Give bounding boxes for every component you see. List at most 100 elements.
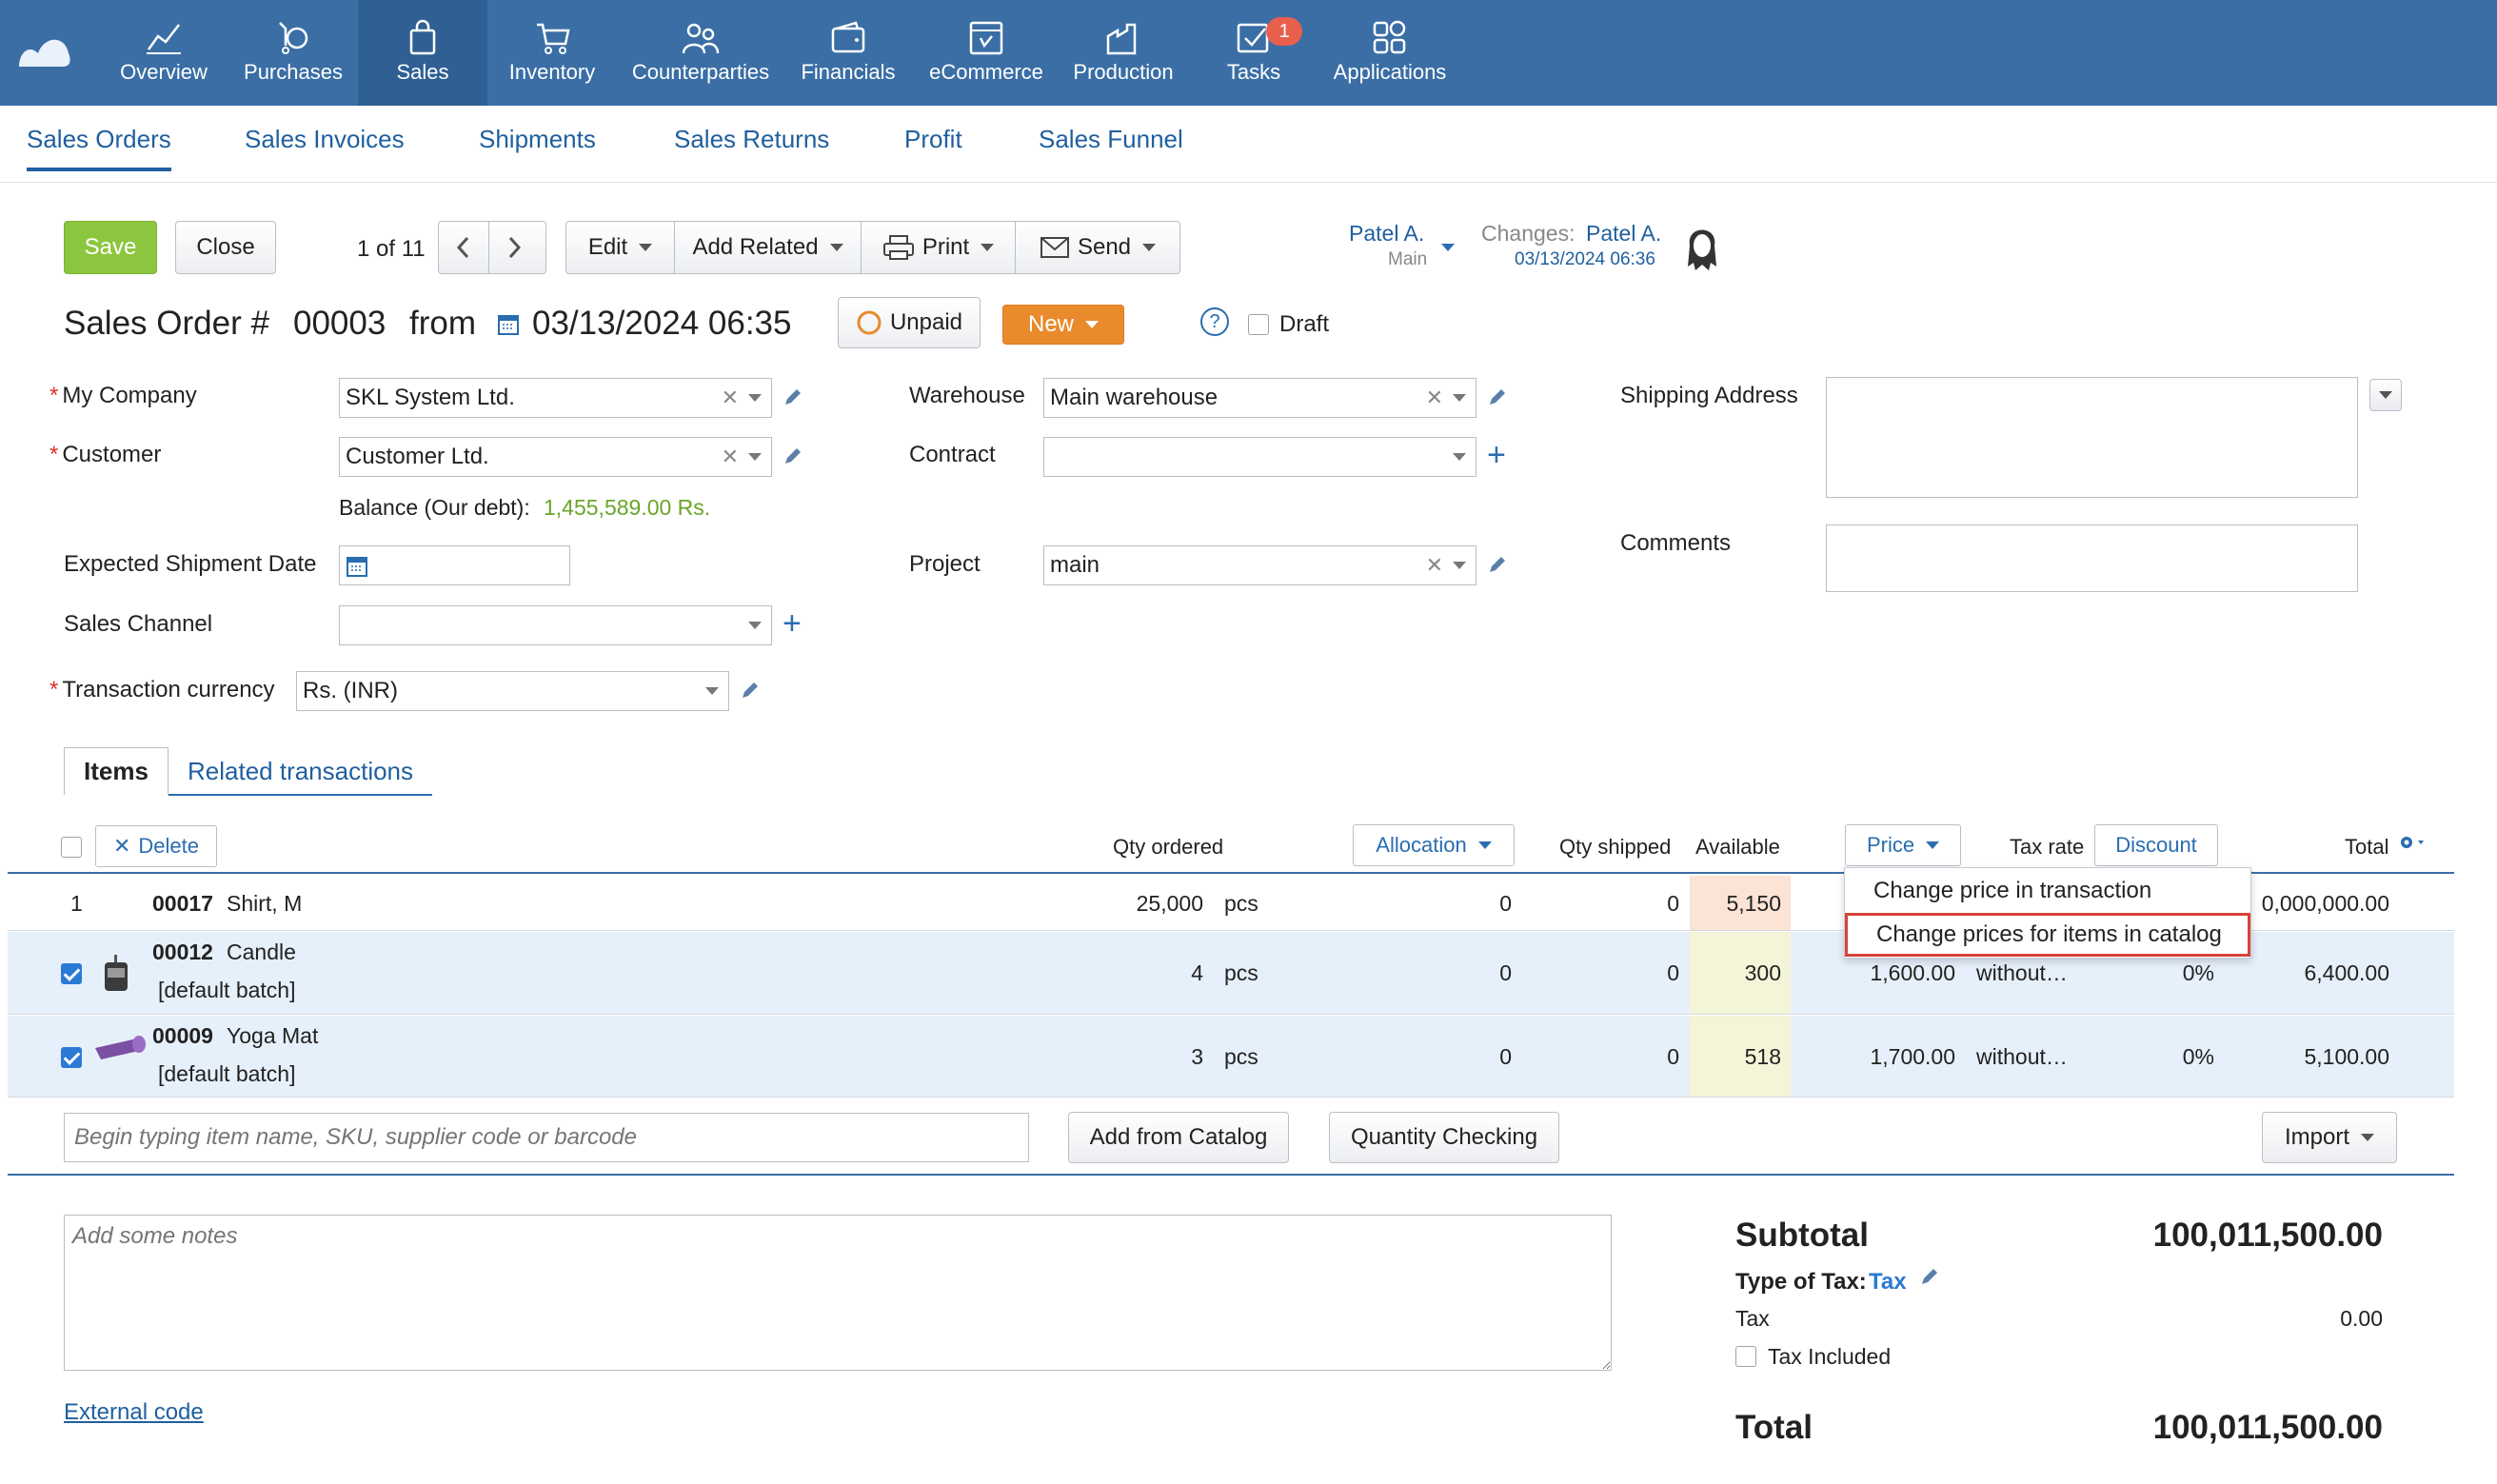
edit-pencil-icon[interactable] [1919, 1266, 1940, 1287]
chevron-down-icon[interactable] [748, 622, 762, 629]
edit-menu-button[interactable]: Edit [566, 222, 675, 273]
quantity-checking-button[interactable]: Quantity Checking [1329, 1112, 1559, 1163]
item-search-input[interactable] [64, 1113, 1029, 1162]
qty-ordered[interactable]: 4 [1055, 960, 1203, 986]
subtab-sales-invoices[interactable]: Sales Invoices [245, 125, 405, 154]
type-of-tax-link[interactable]: Tax [1869, 1269, 1907, 1296]
nav-financials[interactable]: Financials [796, 0, 901, 106]
draft-checkbox[interactable] [1248, 314, 1269, 335]
tab-related-transactions[interactable]: Related transactions [188, 757, 413, 786]
order-number[interactable]: 00003 [293, 305, 386, 343]
qty-ordered[interactable]: 3 [1055, 1044, 1203, 1070]
chevron-down-icon[interactable] [748, 394, 762, 402]
next-button[interactable] [489, 222, 539, 273]
nav-overview[interactable]: Overview [116, 0, 211, 106]
warehouse-field[interactable]: Main warehouse ✕ [1043, 378, 1476, 418]
clear-icon[interactable]: ✕ [1426, 386, 1443, 410]
tax-type[interactable]: without… [1976, 960, 2068, 986]
subtab-sales-funnel[interactable]: Sales Funnel [1039, 125, 1183, 154]
help-icon[interactable]: ? [1200, 307, 1229, 336]
contract-field[interactable] [1043, 437, 1476, 477]
external-code-link[interactable]: External code [64, 1399, 204, 1426]
tax-type[interactable]: without… [1976, 1044, 2068, 1070]
allocation-header-button[interactable]: Allocation [1353, 824, 1515, 866]
my-company-field[interactable]: SKL System Ltd. ✕ [339, 378, 772, 418]
tab-items[interactable]: Items [64, 747, 168, 795]
user-avatar-icon[interactable] [1682, 217, 1722, 274]
edit-pencil-icon[interactable] [740, 680, 761, 701]
edit-pencil-icon[interactable] [783, 445, 803, 466]
select-all-checkbox[interactable] [61, 837, 82, 858]
add-related-menu-button[interactable]: Add Related [675, 222, 862, 273]
tax-rate[interactable]: 0% [2130, 960, 2214, 986]
chevron-down-icon[interactable] [1453, 453, 1466, 461]
status-dropdown-button[interactable]: New [1002, 305, 1124, 345]
changes-user-link[interactable]: Patel A. [1586, 221, 1661, 247]
qty-ordered[interactable]: 25,000 [1055, 891, 1203, 917]
item-batch[interactable]: [default batch] [158, 1061, 296, 1087]
shipping-address-expand-button[interactable] [2369, 379, 2402, 411]
tax-rate[interactable]: 0% [2130, 1044, 2214, 1070]
order-datetime[interactable]: 03/13/2024 06:35 [532, 305, 791, 343]
subtab-profit[interactable]: Profit [904, 125, 962, 154]
nav-tasks[interactable]: Tasks 1 [1201, 0, 1306, 106]
column-settings-gear-icon[interactable] [2397, 833, 2429, 856]
shipping-address-input[interactable] [1826, 377, 2358, 498]
clear-icon[interactable]: ✕ [722, 445, 739, 469]
price-header-button[interactable]: Price [1845, 824, 1961, 866]
edit-pencil-icon[interactable] [1487, 554, 1508, 575]
nav-ecommerce[interactable]: eCommerce [920, 0, 1053, 106]
owner-name-link[interactable]: Patel A. [1349, 221, 1424, 247]
calendar-icon[interactable] [498, 312, 519, 335]
discount-header-button[interactable]: Discount [2094, 824, 2218, 866]
comments-input[interactable] [1826, 524, 2358, 592]
add-contract-icon[interactable]: + [1487, 439, 1506, 471]
edit-pencil-icon[interactable] [783, 386, 803, 407]
chevron-down-icon[interactable] [748, 453, 762, 461]
calendar-icon[interactable] [346, 554, 368, 577]
sales-channel-field[interactable] [339, 605, 772, 645]
tax-included-checkbox[interactable] [1735, 1346, 1756, 1367]
clear-icon[interactable]: ✕ [722, 386, 739, 410]
app-logo-icon[interactable] [15, 25, 72, 72]
nav-applications[interactable]: Applications [1325, 0, 1455, 106]
price[interactable]: 1,700.00 [1816, 1044, 1955, 1070]
subtab-sales-returns[interactable]: Sales Returns [674, 125, 829, 154]
previous-button[interactable] [439, 222, 489, 273]
edit-pencil-icon[interactable] [1487, 386, 1508, 407]
subtab-sales-orders[interactable]: Sales Orders [27, 125, 171, 171]
nav-sales[interactable]: Sales [358, 0, 487, 106]
row-checkbox[interactable] [61, 963, 82, 984]
project-field[interactable]: main ✕ [1043, 545, 1476, 585]
chevron-down-icon[interactable] [1453, 394, 1466, 402]
row-checkbox[interactable] [61, 1047, 82, 1068]
change-prices-in-catalog-item[interactable]: Change prices for items in catalog [1845, 913, 2250, 957]
item-name[interactable]: Candle [227, 940, 296, 965]
payment-status-button[interactable]: Unpaid [838, 297, 981, 348]
add-from-catalog-button[interactable]: Add from Catalog [1068, 1112, 1289, 1163]
add-sales-channel-icon[interactable]: + [783, 607, 802, 640]
chevron-down-icon[interactable] [1453, 562, 1466, 569]
subtab-shipments[interactable]: Shipments [479, 125, 596, 154]
nav-counterparties[interactable]: Counterparties [624, 0, 777, 106]
item-batch[interactable]: [default batch] [158, 978, 296, 1003]
price[interactable]: 1,600.00 [1816, 960, 1955, 986]
customer-field[interactable]: Customer Ltd. ✕ [339, 437, 772, 477]
table-row[interactable]: 00009 Yoga Mat [default batch] 3 pcs 0 0… [8, 1016, 2454, 1098]
nav-inventory[interactable]: Inventory [497, 0, 607, 106]
clear-icon[interactable]: ✕ [1426, 553, 1443, 578]
close-button[interactable]: Close [175, 221, 276, 274]
save-button[interactable]: Save [64, 221, 157, 274]
delete-button[interactable]: ✕ Delete [95, 825, 217, 867]
print-menu-button[interactable]: Print [862, 222, 1016, 273]
item-name[interactable]: Yoga Mat [227, 1023, 318, 1049]
transaction-currency-field[interactable]: Rs. (INR) [296, 671, 729, 711]
nav-purchases[interactable]: Purchases [238, 0, 348, 106]
notes-textarea[interactable] [64, 1215, 1612, 1371]
item-name[interactable]: Shirt, M [227, 891, 302, 917]
owner-chevron-down-icon[interactable] [1441, 244, 1455, 251]
nav-production[interactable]: Production [1066, 0, 1180, 106]
import-menu-button[interactable]: Import [2262, 1112, 2397, 1163]
chevron-down-icon[interactable] [705, 687, 719, 695]
send-menu-button[interactable]: Send [1016, 222, 1179, 273]
